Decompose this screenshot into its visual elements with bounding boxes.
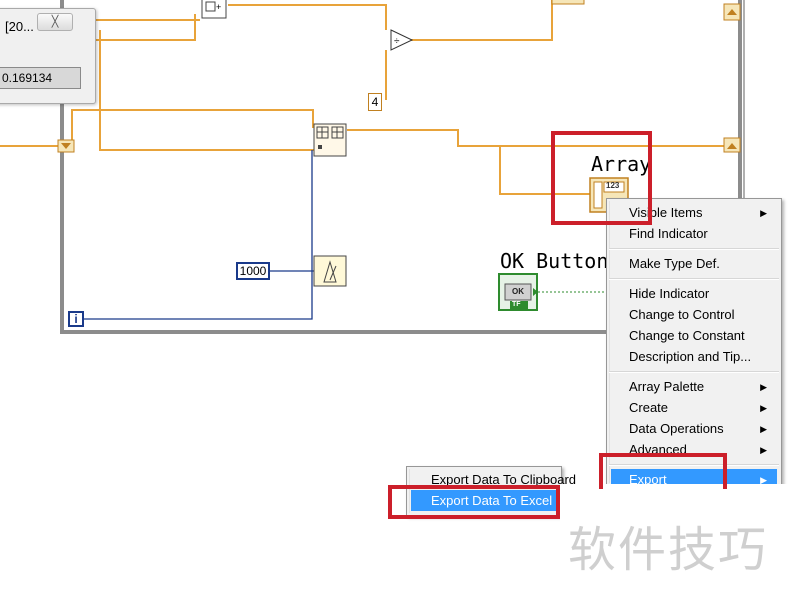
- menu-item-label: Make Type Def.: [629, 256, 720, 271]
- svg-text:+: +: [216, 2, 221, 12]
- numeric-indicator-value: 0.169134: [0, 67, 81, 89]
- ok-button-glyph: OK: [512, 287, 524, 296]
- watermark: 软件技巧: [568, 522, 769, 578]
- menu-item-hide-indicator[interactable]: Hide Indicator: [629, 283, 709, 304]
- integer-wires: [84, 150, 314, 320]
- submenu-arrow-icon: ▶: [760, 208, 767, 218]
- menu-item-label: Change to Control: [629, 307, 735, 322]
- submenu-arrow-icon: ▶: [760, 445, 767, 455]
- menu-item-label: Array Palette: [629, 379, 705, 394]
- window-title: [20...: [5, 19, 34, 34]
- menu-item-label: Change to Constant: [629, 328, 745, 343]
- menu-item-data-operations[interactable]: Data Operations: [629, 418, 724, 439]
- menu-item-find-indicator[interactable]: Find Indicator: [629, 223, 708, 244]
- submenu-arrow-icon: ▶: [760, 382, 767, 392]
- svg-text:÷: ÷: [394, 36, 400, 47]
- context-menu: Visible Items ▶ Find Indicator Make Type…: [606, 198, 782, 490]
- menu-item-change-to-constant[interactable]: Change to Constant: [629, 325, 745, 346]
- menu-item-make-type-def[interactable]: Make Type Def.: [629, 253, 720, 274]
- build-array-node: +: [201, 0, 227, 19]
- boolean-type-glyph: TF: [512, 301, 521, 308]
- menu-item-create[interactable]: Create: [629, 397, 668, 418]
- front-panel-window[interactable]: [20... ╳ 0.169134: [0, 8, 96, 104]
- annotation-box-excel: [388, 485, 560, 519]
- submenu-arrow-icon: ▶: [760, 424, 767, 434]
- menu-item-description-and-tip[interactable]: Description and Tip...: [629, 346, 751, 367]
- menu-item-array-palette[interactable]: Array Palette: [629, 376, 704, 397]
- annotation-box-array: [551, 131, 652, 225]
- menu-item-label: Create: [629, 400, 669, 415]
- divide-node: ÷: [390, 29, 414, 51]
- menu-item-label: Description and Tip...: [629, 349, 752, 364]
- menu-item-label: Data Operations: [629, 421, 724, 436]
- close-icon[interactable]: ╳: [37, 13, 73, 31]
- menu-item-label: Find Indicator: [629, 226, 708, 241]
- menu-item-change-to-control[interactable]: Change to Control: [629, 304, 735, 325]
- submenu-arrow-icon: ▶: [760, 403, 767, 413]
- ok-button-label: OK Button: [500, 249, 609, 273]
- screenshot-canvas: ÷ + [20... ╳ 0.169134 4 1000 i OK TF 123…: [0, 0, 800, 600]
- iteration-terminal: i: [68, 311, 84, 327]
- wait-ms-constant[interactable]: 1000: [236, 262, 270, 280]
- menu-item-label: Hide Indicator: [629, 286, 710, 301]
- array-function-node: [313, 123, 347, 157]
- wait-ms-node: [313, 255, 347, 287]
- divisor-constant[interactable]: 4: [368, 93, 382, 111]
- annotation-box-export: [599, 453, 727, 489]
- crop-area: [0, 480, 406, 490]
